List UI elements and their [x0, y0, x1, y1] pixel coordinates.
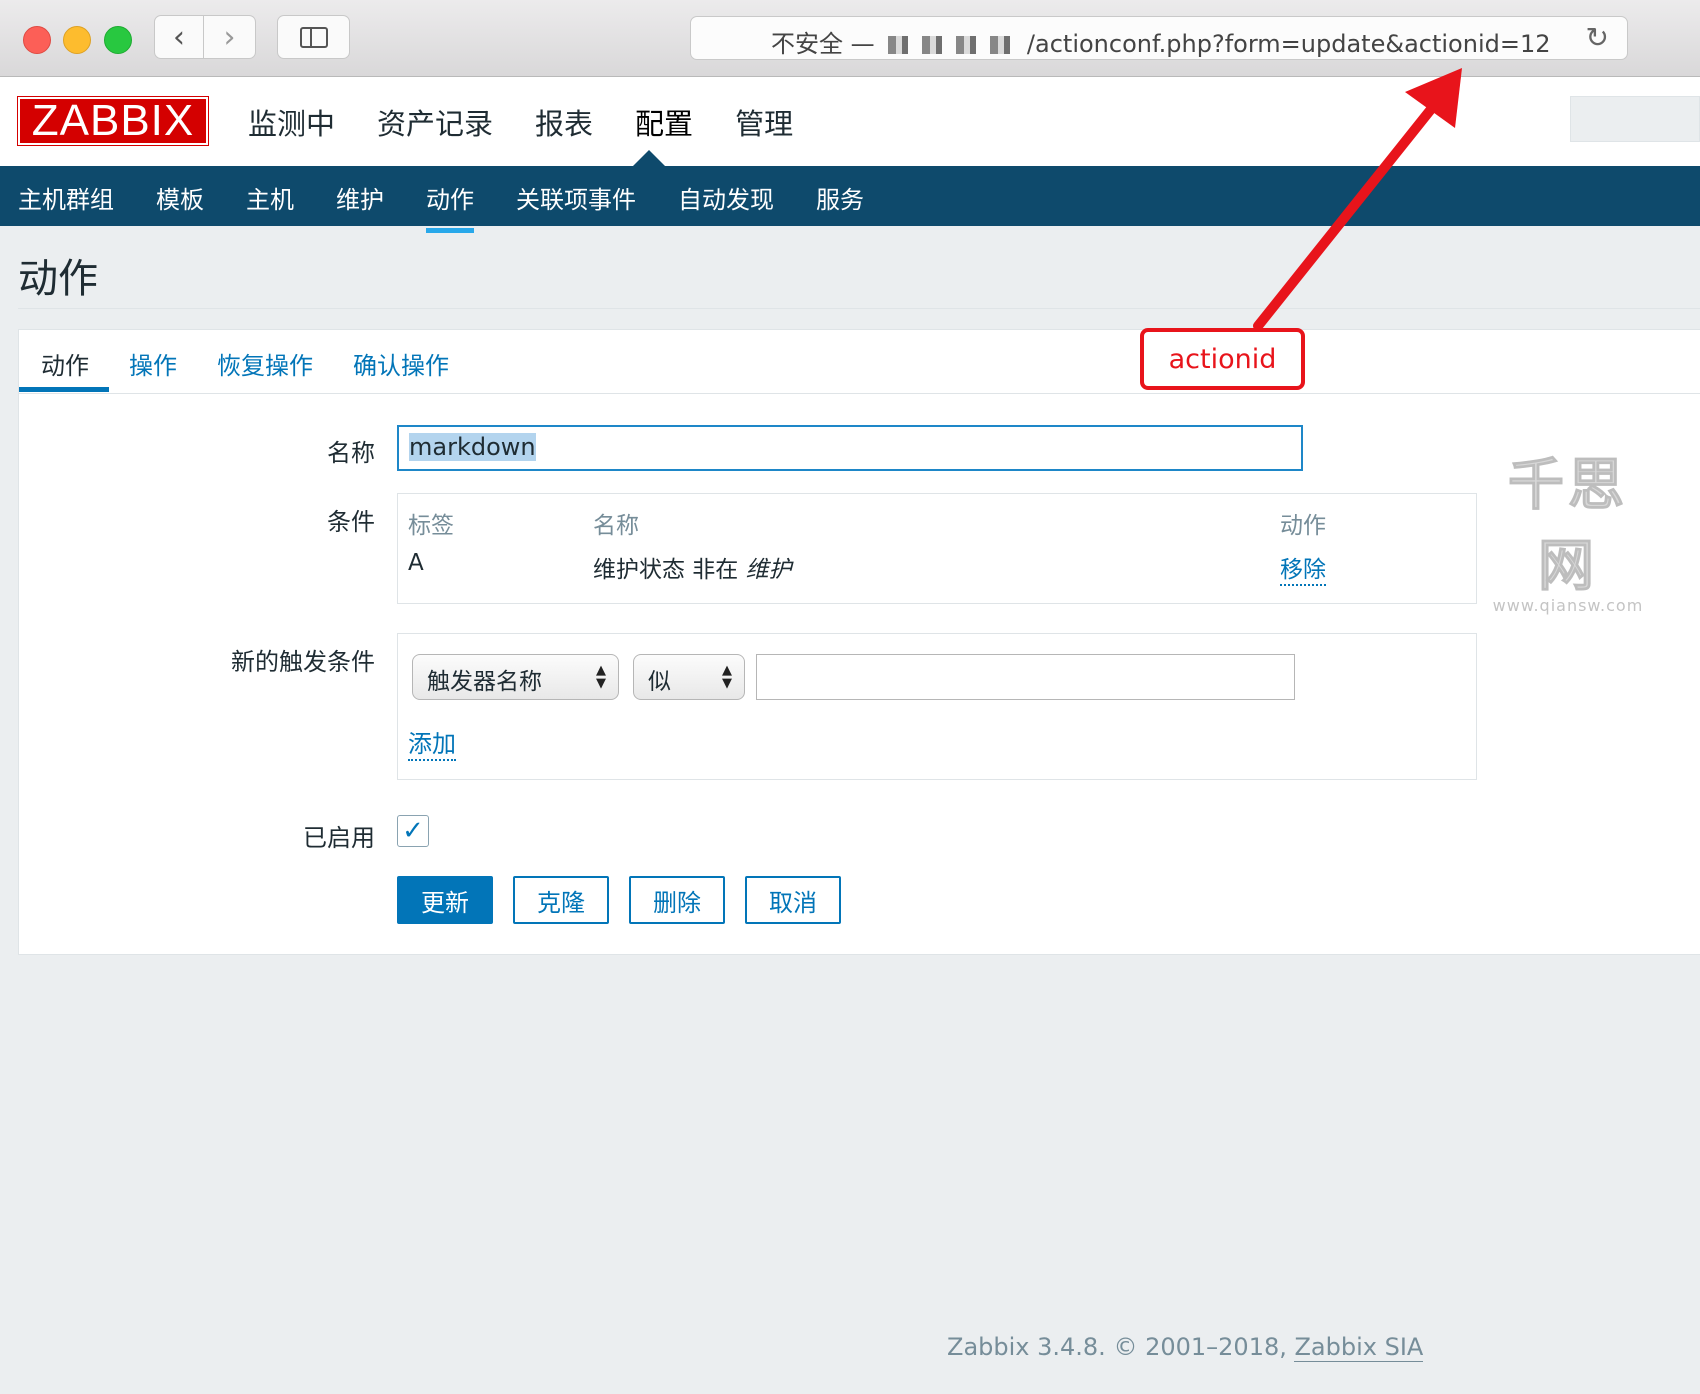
- main-menu-administration[interactable]: 管理: [735, 101, 793, 143]
- tab-action[interactable]: 动作: [41, 346, 89, 381]
- clone-button[interactable]: 克隆: [513, 876, 609, 924]
- submenu-hosts[interactable]: 主机: [246, 180, 294, 215]
- tab-acknowledge-operations[interactable]: 确认操作: [353, 346, 449, 381]
- page-footer: Zabbix 3.4.8. © 2001–2018, Zabbix SIA: [947, 1333, 1424, 1362]
- condition-text-emph: 维护: [745, 557, 792, 583]
- form-tabs: 动作 操作 恢复操作 确认操作: [19, 330, 1700, 394]
- select-updown-icon: ▲ ▼: [722, 663, 732, 691]
- sub-menu: 主机群组 模板 主机 维护 动作 关联项事件 自动发现 服务: [0, 166, 1700, 233]
- delete-button[interactable]: 删除: [629, 876, 725, 924]
- close-window-button[interactable]: [23, 26, 51, 54]
- condition-value-input[interactable]: [756, 654, 1295, 700]
- conditions-header-name: 名称: [593, 513, 639, 539]
- action-form-panel: 动作 操作 恢复操作 确认操作 名称 markdown 条件 标签 名称 动作 …: [18, 329, 1700, 955]
- zoom-window-button[interactable]: [104, 26, 132, 54]
- footer-company-link[interactable]: Zabbix SIA: [1294, 1333, 1424, 1362]
- zabbix-header: ZABBIX 监测中 资产记录 报表 配置 管理: [0, 77, 1700, 166]
- cancel-button[interactable]: 取消: [745, 876, 841, 924]
- submenu-correlation[interactable]: 关联项事件: [516, 180, 636, 215]
- footer-copyright: Zabbix 3.4.8. © 2001–2018,: [947, 1333, 1295, 1361]
- name-label: 名称: [327, 439, 375, 467]
- add-condition-link[interactable]: 添加: [408, 724, 456, 761]
- forward-button[interactable]: ›: [204, 15, 256, 59]
- chevron-left-icon: ‹: [173, 19, 185, 55]
- back-button[interactable]: ‹: [154, 15, 204, 59]
- main-menu-reports[interactable]: 报表: [535, 101, 593, 143]
- watermark: 千思网 www.qiansw.com: [1488, 440, 1648, 616]
- watermark-url: www.qiansw.com: [1492, 596, 1644, 615]
- enabled-label: 已启用: [303, 824, 375, 852]
- redacted-host: [888, 36, 1014, 54]
- chevron-right-icon: ›: [223, 19, 236, 55]
- watermark-title: 千思网: [1508, 453, 1628, 600]
- tab-recovery-operations[interactable]: 恢复操作: [217, 346, 313, 381]
- update-button[interactable]: 更新: [397, 876, 493, 924]
- submenu-services[interactable]: 服务: [816, 180, 864, 215]
- global-search-input[interactable]: [1570, 96, 1700, 142]
- check-icon: ✓: [402, 816, 424, 846]
- conditions-table: 标签 名称 动作 A 维护状态 非在 维护 移除: [397, 493, 1477, 604]
- condition-tag: A: [408, 550, 424, 576]
- remove-condition-link[interactable]: 移除: [1280, 550, 1326, 586]
- active-menu-caret: [633, 150, 665, 166]
- submenu-discovery[interactable]: 自动发现: [678, 180, 774, 215]
- minimize-window-button[interactable]: [63, 26, 91, 54]
- submenu-host-groups[interactable]: 主机群组: [18, 180, 114, 215]
- conditions-label: 条件: [327, 508, 375, 536]
- select-updown-icon: ▲ ▼: [596, 663, 606, 691]
- operator-value: 似: [648, 669, 671, 695]
- action-name-value: markdown: [409, 433, 536, 461]
- condition-text: 维护状态 非在 维护: [593, 550, 792, 584]
- condition-text-main: 维护状态 非在: [593, 557, 739, 583]
- annotation-label-box: actionid: [1140, 328, 1305, 390]
- url-path: /actionconf.php?form=update&actionid=12: [1026, 30, 1551, 58]
- enabled-checkbox[interactable]: ✓: [397, 815, 429, 847]
- page-title: 动作: [18, 256, 98, 302]
- url-security-label: 不安全 —: [771, 30, 875, 58]
- submenu-maintenance[interactable]: 维护: [336, 180, 384, 215]
- submenu-actions[interactable]: 动作: [426, 180, 474, 233]
- browser-toolbar: ‹ › 不安全 — /actionconf.php?form=update&ac…: [0, 0, 1700, 77]
- condition-type-value: 触发器名称: [427, 669, 542, 695]
- new-condition-box: 触发器名称 ▲ ▼ 似 ▲ ▼ 添加: [397, 633, 1477, 780]
- new-trigger-label: 新的触发条件: [231, 648, 375, 676]
- tab-operations[interactable]: 操作: [129, 346, 177, 381]
- main-menu-monitoring[interactable]: 监测中: [248, 101, 335, 143]
- conditions-header-action: 动作: [1280, 513, 1326, 539]
- submenu-templates[interactable]: 模板: [156, 180, 204, 215]
- address-bar[interactable]: 不安全 — /actionconf.php?form=update&action…: [690, 16, 1628, 60]
- main-menu: 监测中 资产记录 报表 配置 管理: [248, 101, 793, 143]
- operator-select[interactable]: 似 ▲ ▼: [633, 654, 745, 700]
- sidebar-icon: [299, 26, 328, 48]
- action-name-input[interactable]: markdown: [397, 425, 1303, 471]
- title-divider: [18, 308, 1700, 309]
- active-tab-indicator: [19, 387, 109, 392]
- condition-type-select[interactable]: 触发器名称 ▲ ▼: [412, 654, 619, 700]
- conditions-header-tag: 标签: [408, 513, 454, 539]
- main-menu-configuration[interactable]: 配置: [635, 101, 693, 143]
- reload-icon[interactable]: ↻: [1586, 21, 1609, 54]
- sidebar-toggle-button[interactable]: [277, 15, 350, 59]
- main-menu-inventory[interactable]: 资产记录: [377, 101, 493, 143]
- annotation-label: actionid: [1168, 343, 1277, 375]
- zabbix-logo[interactable]: ZABBIX: [17, 96, 209, 146]
